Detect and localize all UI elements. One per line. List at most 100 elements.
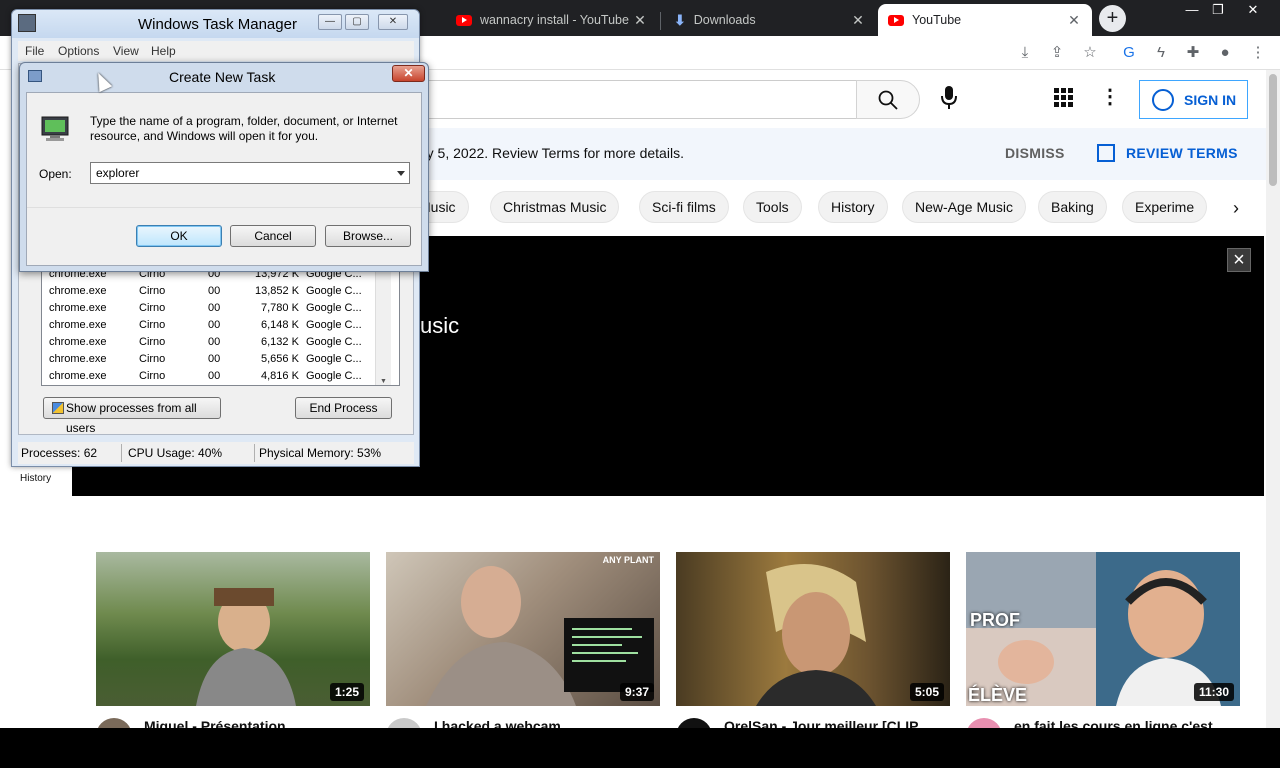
process-user: Cirno [139, 319, 166, 331]
process-user: Cirno [139, 336, 166, 348]
new-tab-button[interactable]: + [1099, 5, 1126, 32]
chip-new-age-music[interactable]: New-Age Music [902, 191, 1027, 223]
process-cpu: 00 [208, 285, 221, 297]
process-description: Google C... [306, 353, 362, 365]
process-name: chrome.exe [49, 353, 107, 365]
review-terms-button[interactable]: REVIEW TERMS [1097, 144, 1238, 162]
process-cpu: 00 [208, 370, 221, 382]
menu-view[interactable]: View [113, 44, 139, 58]
table-row[interactable]: chrome.exe Cirno 00 4,816 K Google C... [42, 368, 382, 385]
profile-icon[interactable]: ● [1214, 42, 1236, 64]
menu-bar: File Options View Help [18, 41, 414, 61]
status-memory: Physical Memory: 53% [259, 446, 382, 460]
video-thumbnail[interactable]: 5:05 [676, 552, 950, 706]
tab-youtube[interactable]: YouTube ✕ [878, 4, 1092, 36]
cancel-button[interactable]: Cancel [230, 225, 316, 247]
chip-history[interactable]: History [818, 191, 888, 223]
close-window-icon[interactable]: ✕ [1237, 0, 1269, 20]
restore-icon[interactable]: ❐ [1202, 0, 1234, 20]
ok-button[interactable]: OK [136, 225, 222, 247]
tab-separator [660, 12, 661, 30]
dismiss-button[interactable]: DISMISS [1005, 145, 1065, 161]
process-cpu: 00 [208, 353, 221, 365]
video-card[interactable]: 1:25 Miguel - Présentation [96, 552, 370, 730]
bookmark-star-icon[interactable]: ☆ [1079, 42, 1101, 64]
video-thumbnail[interactable]: 1:25 [96, 552, 370, 706]
process-memory: 5,656 K [261, 353, 299, 365]
video-thumbnail[interactable]: ANY PLANT 9:37 [386, 552, 660, 706]
thumbnail-art [756, 564, 876, 706]
process-memory: 7,780 K [261, 302, 299, 314]
scroll-down-icon[interactable]: ▼ [380, 378, 387, 385]
open-value: explorer [96, 166, 140, 180]
table-row[interactable]: chrome.exe Cirno 00 5,656 K Google C... [42, 351, 382, 368]
video-thumbnail[interactable]: PROF ÉLÈVE 11:30 [966, 552, 1240, 706]
chrome-menu-icon[interactable]: ⋮ [1247, 42, 1269, 64]
table-row[interactable]: chrome.exe Cirno 00 7,780 K Google C... [42, 300, 382, 317]
banner-close-icon[interactable]: × [1227, 248, 1251, 272]
tab-close-icon[interactable]: ✕ [1066, 12, 1082, 29]
process-cpu: 00 [208, 336, 221, 348]
chip-baking[interactable]: Baking [1038, 191, 1107, 223]
apps-grid-icon[interactable] [1052, 86, 1074, 108]
search-icon [878, 90, 898, 110]
close-icon[interactable]: ✕ [378, 14, 408, 30]
table-row[interactable]: chrome.exe Cirno 00 13,852 K Google C... [42, 283, 382, 300]
search-button[interactable] [856, 80, 920, 119]
install-app-icon[interactable]: ⤓ [1014, 42, 1036, 64]
sign-in-button[interactable]: SIGN IN [1139, 80, 1248, 119]
chip-sci-fi-films[interactable]: Sci-fi films [639, 191, 729, 223]
tab-wannacry[interactable]: wannacry install - YouTube ✕ [446, 4, 658, 36]
task-manager-titlebar[interactable]: Windows Task Manager — ▢ ✕ [12, 10, 419, 38]
process-cpu: 00 [208, 319, 221, 331]
process-description: Google C... [306, 285, 362, 297]
terms-notice: ry 5, 2022. Review Terms for more detail… [420, 128, 1266, 180]
chip-tools[interactable]: Tools [743, 191, 802, 223]
translate-icon[interactable]: G [1118, 42, 1140, 64]
settings-menu-icon[interactable]: ⋮ [1100, 84, 1120, 110]
process-memory: 13,852 K [255, 285, 300, 297]
table-row[interactable]: chrome.exe Cirno 00 6,148 K Google C... [42, 317, 382, 334]
channel-watermark: ANY PLANT [602, 555, 654, 565]
process-list-scrollbar[interactable]: ▼ [375, 267, 391, 385]
menu-file[interactable]: File [25, 44, 44, 58]
chevron-right-icon[interactable]: › [1222, 196, 1250, 220]
minimize-icon[interactable]: — [318, 14, 342, 30]
table-row[interactable]: chrome.exe Cirno 00 6,132 K Google C... [42, 334, 382, 351]
video-card[interactable]: 5:05 OrelSan - Jour meilleur [CLIP [676, 552, 950, 730]
open-combobox[interactable]: explorer [90, 162, 410, 184]
process-description: Google C... [306, 319, 362, 331]
sidebar-item-history[interactable]: History [20, 473, 51, 484]
video-card[interactable]: ANY PLANT 9:37 I hacked a webcam [386, 552, 660, 730]
tab-close-icon[interactable]: ✕ [632, 12, 648, 29]
scrollbar-thumb[interactable] [1269, 74, 1277, 186]
video-card[interactable]: PROF ÉLÈVE 11:30 en fait les cours en li… [966, 552, 1240, 730]
show-all-processes-button[interactable]: Show processes from all users [43, 397, 221, 435]
chip-experime[interactable]: Experime [1122, 191, 1208, 223]
tab-close-icon[interactable]: ✕ [850, 12, 866, 29]
tab-title: YouTube [912, 13, 962, 27]
extensions-puzzle-icon[interactable]: ✚ [1182, 42, 1204, 64]
process-user: Cirno [139, 285, 166, 297]
search-input[interactable] [420, 80, 857, 119]
process-description: Google C... [306, 302, 362, 314]
process-cpu: 00 [208, 302, 221, 314]
dropdown-arrow-icon[interactable] [397, 171, 405, 176]
process-user: Cirno [139, 370, 166, 382]
end-process-button[interactable]: End Process [295, 397, 392, 419]
process-list[interactable]: chrome.exe Cirno 00 13,972 K Google C...… [41, 266, 400, 386]
duration-badge: 11:30 [1193, 683, 1234, 701]
maximize-icon[interactable]: ▢ [345, 14, 369, 30]
browse-button[interactable]: Browse... [325, 225, 411, 247]
extension-bolt-icon[interactable]: ϟ [1150, 42, 1172, 64]
menu-options[interactable]: Options [58, 44, 99, 58]
voice-search-button[interactable] [932, 82, 966, 116]
dialog-description: Type the name of a program, folder, docu… [90, 114, 398, 143]
close-icon[interactable]: ✕ [392, 65, 425, 82]
tab-title: wannacry install - YouTube [480, 13, 629, 27]
youtube-favicon-icon [456, 14, 472, 26]
share-icon[interactable]: ⇪ [1046, 42, 1068, 64]
chip-christmas-music[interactable]: Christmas Music [490, 191, 620, 223]
tab-downloads[interactable]: ⬇ Downloads ✕ [664, 4, 876, 36]
menu-help[interactable]: Help [151, 44, 176, 58]
